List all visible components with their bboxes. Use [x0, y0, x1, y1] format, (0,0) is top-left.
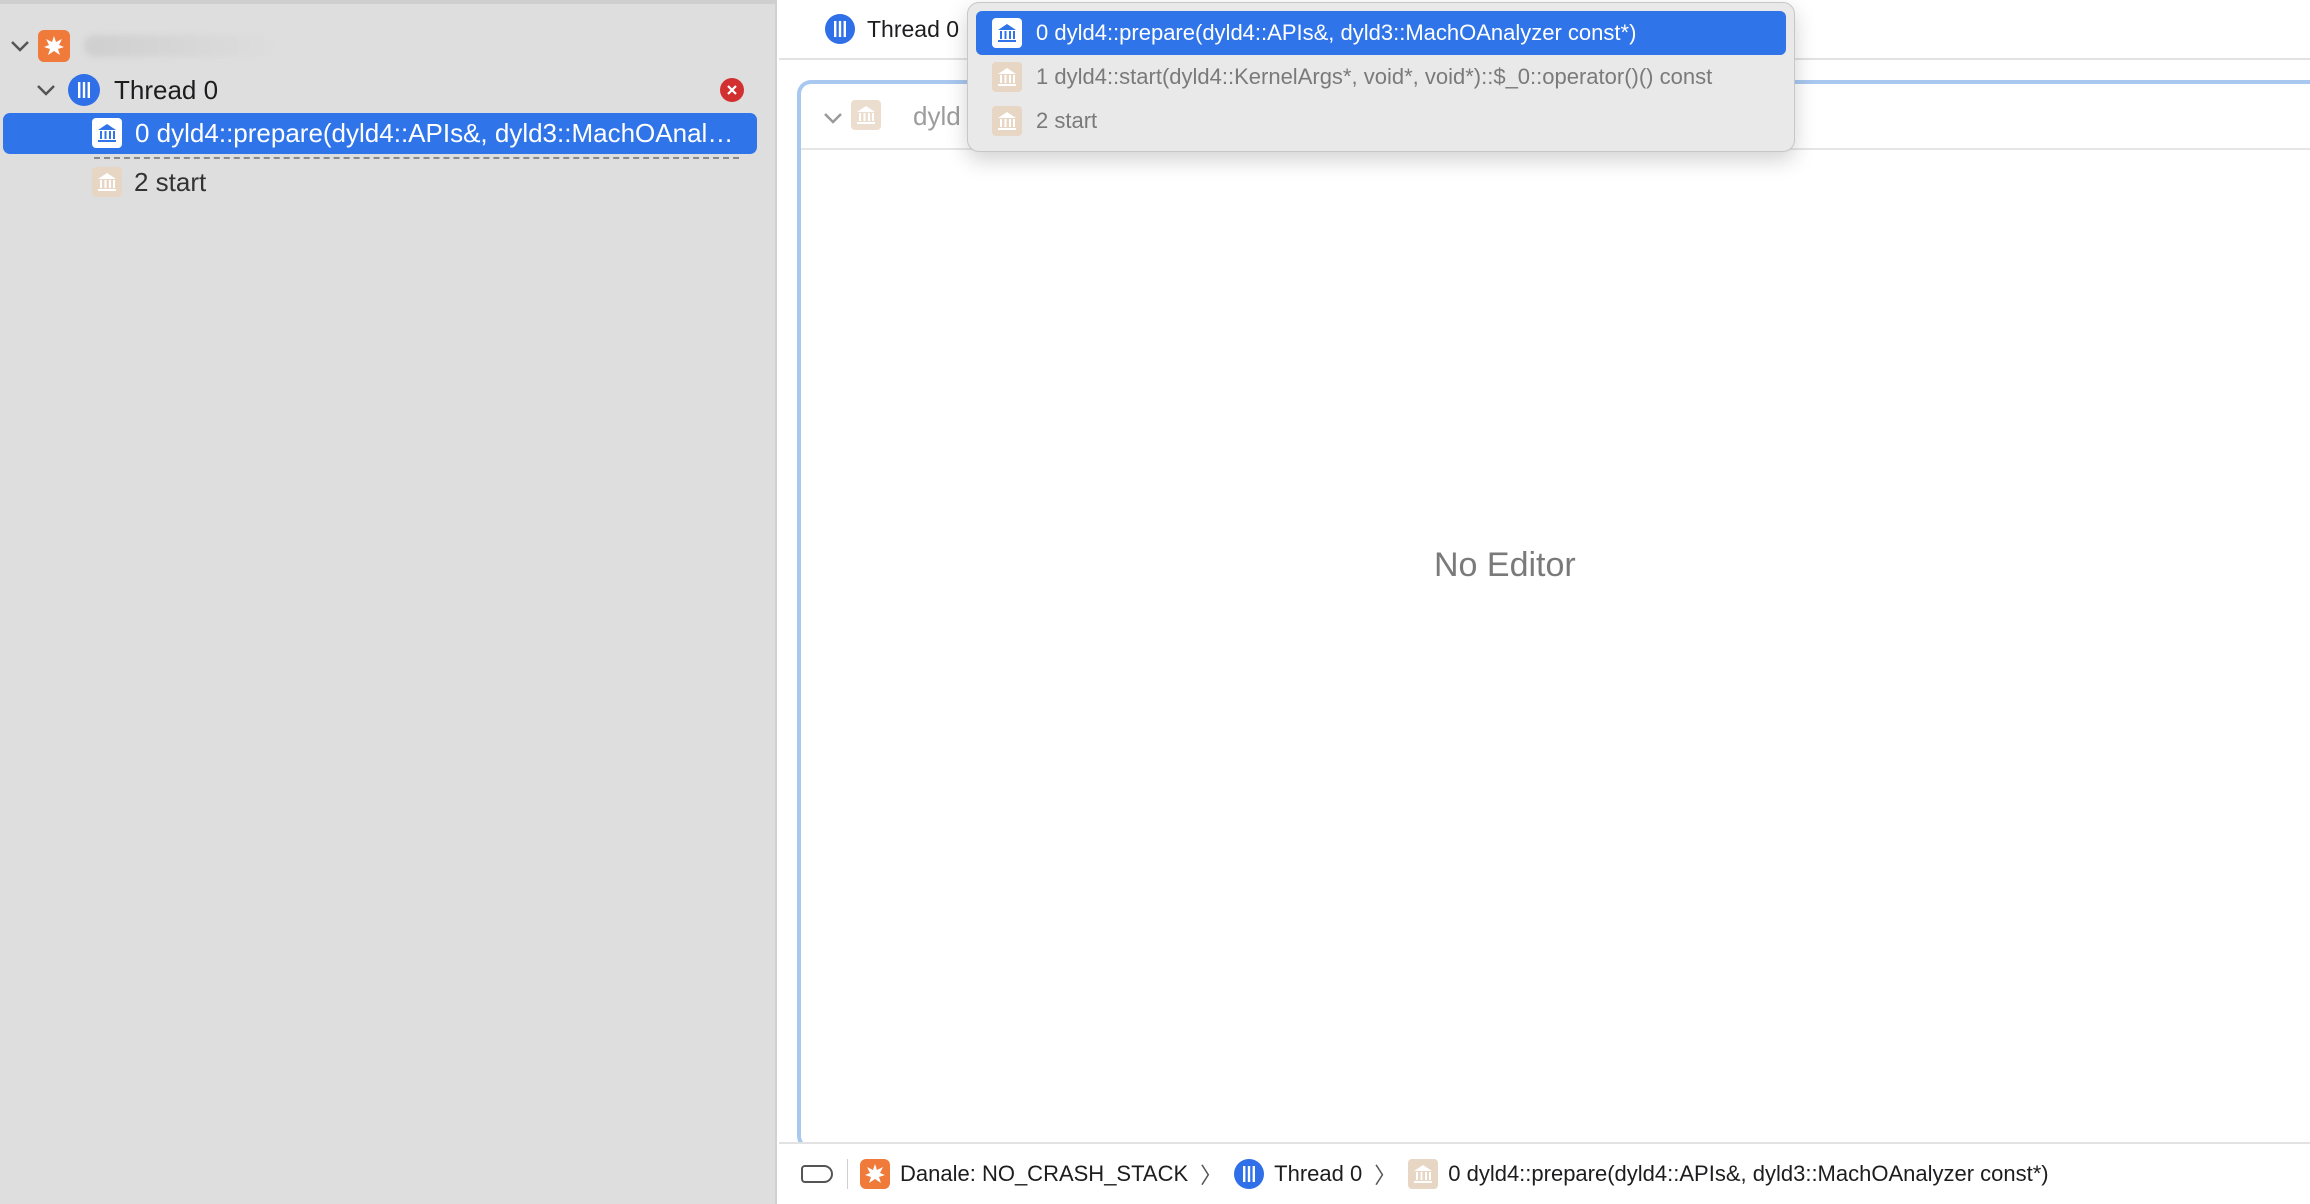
chevron-right-icon: 〉 — [1200, 1163, 1223, 1188]
process-row[interactable] — [10, 24, 284, 68]
breadcrumb-app-label: Danale: NO_CRASH_STACK — [900, 1161, 1189, 1186]
debug-breadcrumb-bar: Danale: NO_CRASH_STACK 〉 Thread 0 〉 0 dy… — [779, 1142, 2310, 1204]
drop-indicator — [94, 157, 739, 159]
popup-menu-item[interactable]: 1 dyld4::start(dyld4::KernelArgs*, void*… — [976, 55, 1786, 99]
breadcrumb-thread-label: Thread 0 — [1274, 1161, 1363, 1186]
chevron-down-icon[interactable] — [10, 36, 30, 56]
popup-menu-item-label: 2 start — [1036, 108, 1098, 133]
breadcrumb-app[interactable]: Danale: NO_CRASH_STACK — [860, 1159, 1188, 1189]
library-icon — [851, 100, 881, 130]
library-icon — [992, 106, 1022, 136]
thread-icon — [825, 14, 855, 44]
hide-debug-area-icon[interactable] — [801, 1165, 833, 1183]
frame-row-selected[interactable]: 0 dyld4::prepare(dyld4::APIs&, dyld3::Ma… — [3, 113, 757, 154]
frame-popup-menu: 0 dyld4::prepare(dyld4::APIs&, dyld3::Ma… — [967, 2, 1795, 152]
breadcrumb-thread[interactable]: Thread 0 — [1234, 1159, 1362, 1189]
no-editor-placeholder: No Editor — [1434, 546, 1576, 584]
app-icon — [38, 30, 70, 62]
breadcrumb-frame-label: 0 dyld4::prepare(dyld4::APIs&, dyld3::Ma… — [1448, 1161, 2049, 1186]
app-icon — [860, 1159, 890, 1189]
chevron-down-icon[interactable] — [823, 108, 843, 128]
error-icon — [720, 78, 744, 102]
library-icon — [992, 62, 1022, 92]
frame-row[interactable]: 2 start — [92, 160, 206, 204]
frame-label: 2 start — [134, 166, 207, 197]
library-icon — [92, 118, 122, 148]
jump-bar-thread[interactable]: Thread 0 — [825, 14, 959, 44]
sidebar-top-divider — [0, 0, 777, 4]
breadcrumb-frame[interactable]: 0 dyld4::prepare(dyld4::APIs&, dyld3::Ma… — [1408, 1159, 2049, 1189]
divider — [847, 1159, 848, 1189]
popup-menu-item[interactable]: 2 start — [976, 99, 1786, 143]
thread-row[interactable]: Thread 0 — [36, 68, 218, 112]
library-icon — [1408, 1159, 1439, 1189]
popup-menu-item-label: 1 dyld4::start(dyld4::KernelArgs*, void*… — [1036, 64, 1713, 89]
navigator-sidebar: Thread 0 0 dyld4::prepare(dyld4::APIs&, … — [0, 0, 777, 1204]
popup-menu-item[interactable]: 0 dyld4::prepare(dyld4::APIs&, dyld3::Ma… — [976, 11, 1786, 55]
thread-label: Thread 0 — [114, 74, 219, 105]
frame-label: 0 dyld4::prepare(dyld4::APIs&, dyld3::Ma… — [135, 118, 735, 148]
library-icon — [992, 18, 1022, 48]
editor-area: dyld — [797, 80, 2310, 1150]
obscured-process-name — [84, 35, 284, 57]
thread-icon — [1234, 1159, 1265, 1189]
jump-bar-thread-label: Thread 0 — [867, 15, 960, 42]
chevron-right-icon: 〉 — [1374, 1163, 1397, 1188]
popup-menu-item-label: 0 dyld4::prepare(dyld4::APIs&, dyld3::Ma… — [1036, 20, 1637, 45]
thread-icon — [68, 74, 100, 106]
editor-header-label: dyld — [913, 101, 961, 131]
library-icon — [92, 167, 122, 197]
chevron-down-icon[interactable] — [36, 80, 56, 100]
